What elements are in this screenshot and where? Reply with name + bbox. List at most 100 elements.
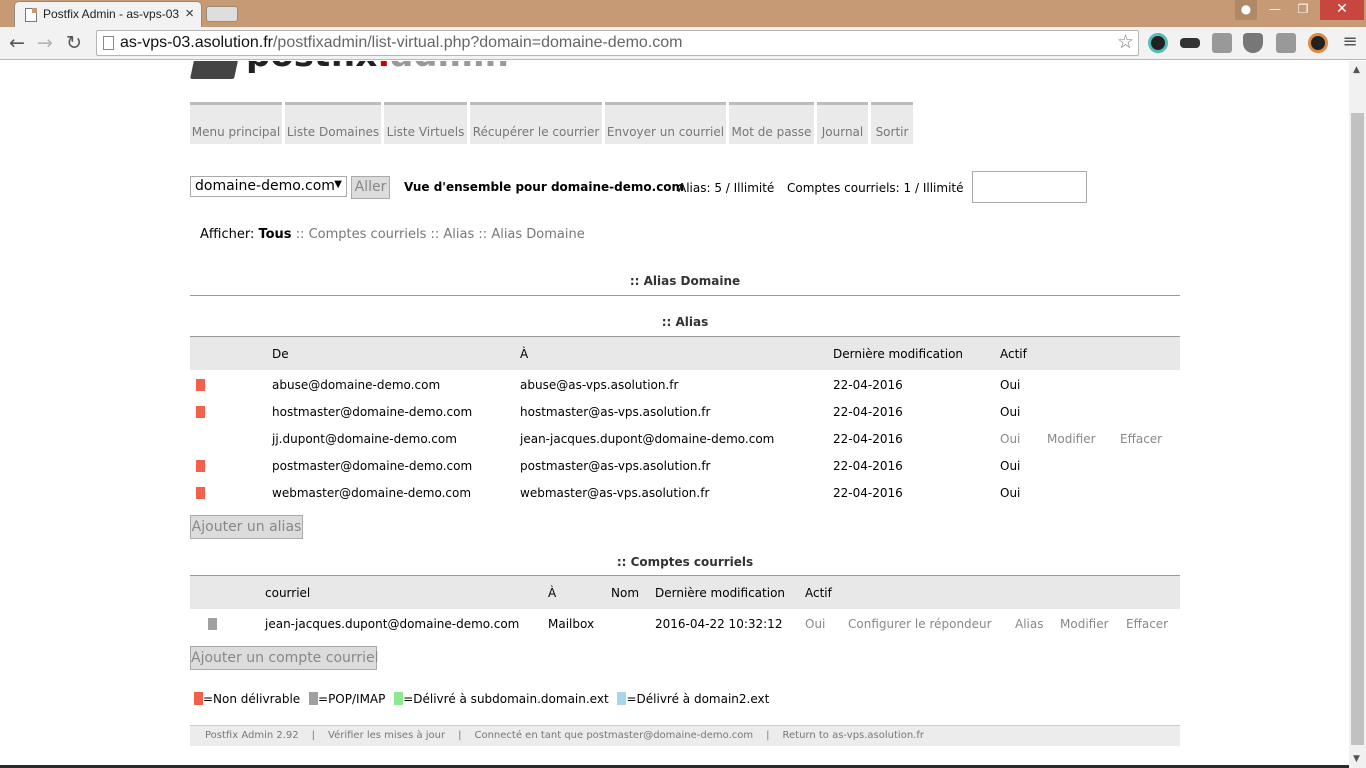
page-icon [103,36,114,50]
alias-from: hostmaster@domaine-demo.com [272,405,473,419]
mailbox-active-toggle[interactable]: Oui [805,617,825,631]
alias-table-header: De À Dernière modification Actif [190,336,1180,370]
alias-row: webmaster@domaine-demo.com webmaster@as-… [190,479,1180,506]
status-legend: =Non délivrable =POP/IMAP =Délivré à sub… [194,692,774,706]
menu-item-fetchmail[interactable]: Récupérer le courrier [470,102,602,144]
alias-delete-link[interactable]: Effacer [1120,432,1162,446]
filter-aliases-link[interactable]: Alias [443,227,474,242]
legend-pop-imap-swatch [309,692,319,705]
filter-mailboxes-link[interactable]: Comptes courriels [309,227,427,242]
add-mailbox-button[interactable]: Ajouter un compte courriel [190,646,379,670]
alias-modified: 22-04-2016 [833,486,903,500]
back-arrow-icon[interactable]: ← [5,31,29,55]
new-tab-button[interactable] [206,6,238,22]
display-filter: Afficher: Tous :: Comptes courriels :: A… [200,227,585,242]
undeliverable-marker [196,406,205,418]
user-profile-icon[interactable]: ● [1235,0,1257,20]
mailbox-header-to: À [548,586,557,600]
alias-edit-link[interactable]: Modifier [1047,432,1096,446]
menu-item-main-menu[interactable]: Menu principal [190,102,282,144]
overview-title: Vue d'ensemble pour domaine-demo.com [404,180,685,194]
domain-select[interactable]: domaine-demo.com ▼ [190,176,347,197]
mailbox-alias-link[interactable]: Alias [1015,617,1043,631]
alias-to: jean-jacques.dupont@domaine-demo.com [520,432,775,446]
alias-active: Oui [1000,378,1021,392]
alias-to: abuse@as-vps.asolution.fr [520,378,679,392]
mailbox-to: Mailbox [548,617,595,631]
tab-title: Postfix Admin - as-vps-03 [43,7,180,21]
alias-active: Oui [1000,486,1021,500]
alias-active: Oui [1000,405,1021,419]
alias-from: webmaster@domaine-demo.com [272,486,472,500]
legend-domain2-label: =Délivré à domain2.ext [626,692,770,706]
alias-from: abuse@domaine-demo.com [272,378,441,392]
forward-arrow-icon[interactable]: → [33,31,57,55]
menu-item-password[interactable]: Mot de passe [729,102,814,144]
minimize-button[interactable]: — [1262,0,1288,20]
footer-return-link[interactable]: Return to as-vps.asolution.fr [783,730,924,741]
close-window-button[interactable]: ✕ [1320,0,1364,20]
extension-screen-icon[interactable] [1212,33,1232,53]
alias-to: webmaster@as-vps.asolution.fr [520,486,710,500]
reload-icon[interactable]: ↻ [62,31,86,55]
tab-close-icon[interactable]: × [185,5,194,22]
alias-row: abuse@domaine-demo.com abuse@as-vps.asol… [190,371,1180,398]
browser-tab[interactable]: Postfix Admin - as-vps-03 × [14,1,202,27]
alias-domain-section-title: :: Alias Domaine [629,274,741,288]
alias-section-title: :: Alias [661,315,709,329]
extension-color-icon[interactable] [1148,33,1168,53]
add-alias-button[interactable]: Ajouter un alias [190,515,303,539]
footer-version-link[interactable]: Postfix Admin 2.92 [205,730,299,741]
extension-mask-icon[interactable] [1180,38,1200,48]
scroll-up-arrow-icon[interactable]: ▲ [1353,65,1360,75]
alias-from: jj.dupont@domaine-demo.com [272,432,457,446]
page-scrollbar[interactable]: ▲ ▼ [1349,61,1366,768]
menu-item-virtual-list[interactable]: Liste Virtuels [384,102,467,144]
domain-select-value: domaine-demo.com [195,178,335,194]
mailbox-count: Comptes courriels: 1 / Illimité [787,181,964,195]
menu-item-domain-list[interactable]: Liste Domaines [285,102,381,144]
footer-separator: | [458,730,462,741]
filter-label: Afficher: [200,227,255,242]
go-button[interactable]: Aller [351,176,390,199]
bookmark-star-icon[interactable]: ☆ [1117,31,1134,54]
configure-vacation-link[interactable]: Configurer le répondeur [848,617,992,631]
scrollbar-thumb[interactable] [1351,113,1364,745]
alias-active: Oui [1000,459,1021,473]
restore-button[interactable]: ❐ [1290,0,1316,20]
mailbox-header-email: courriel [265,586,311,600]
page-content: postfix.admin Menu principal Liste Domai… [0,61,1349,765]
search-input[interactable] [972,171,1087,203]
alias-modified: 22-04-2016 [833,459,903,473]
legend-undeliverable-swatch [194,692,203,705]
menu-item-send-mail[interactable]: Envoyer un courriel [605,102,726,144]
footer-separator: | [311,730,316,741]
alias-to: postmaster@as-vps.asolution.fr [520,459,711,473]
scroll-down-arrow-icon[interactable]: ▼ [1353,754,1360,764]
alias-row: postmaster@domaine-demo.com postmaster@a… [190,452,1180,479]
page-footer: Postfix Admin 2.92 | Vérifier les mises à … [190,725,1180,746]
filter-all[interactable]: Tous [258,227,291,242]
address-url[interactable]: as-vps-03.asolution.fr/postfixadmin/list… [120,34,683,52]
section-divider [190,295,1180,296]
footer-check-updates-link[interactable]: Vérifier les mises à jour [328,730,445,741]
mailbox-delete-link[interactable]: Effacer [1126,617,1168,631]
menu-item-logout[interactable]: Sortir [871,102,913,144]
extension-fox-icon[interactable] [1243,33,1263,53]
mailbox-table-header: courriel À Nom Dernière modification Act… [190,575,1180,609]
alias-count: Alias: 5 / Illimité [678,181,775,195]
browser-menu-icon[interactable]: ≡ [1340,31,1360,52]
mailbox-edit-link[interactable]: Modifier [1060,617,1109,631]
logo-text: postfix.admin [246,61,509,75]
address-bar[interactable]: as-vps-03.asolution.fr/postfixadmin/list… [96,30,1139,56]
mailbox-modified: 2016-04-22 10:32:12 [655,617,783,631]
extension-screen2-icon[interactable] [1276,33,1296,53]
extension-wheel-icon[interactable] [1308,33,1328,53]
footer-logged-in: Connecté en tant que postmaster@domaine-… [474,730,754,741]
menu-item-log[interactable]: Journal [817,102,868,144]
alias-active-toggle[interactable]: Oui [1000,432,1020,446]
filter-alias-domain-link[interactable]: Alias Domaine [491,227,584,242]
pop-imap-marker [208,618,217,630]
undeliverable-marker [196,487,205,499]
mailbox-header-name: Nom [611,586,640,600]
